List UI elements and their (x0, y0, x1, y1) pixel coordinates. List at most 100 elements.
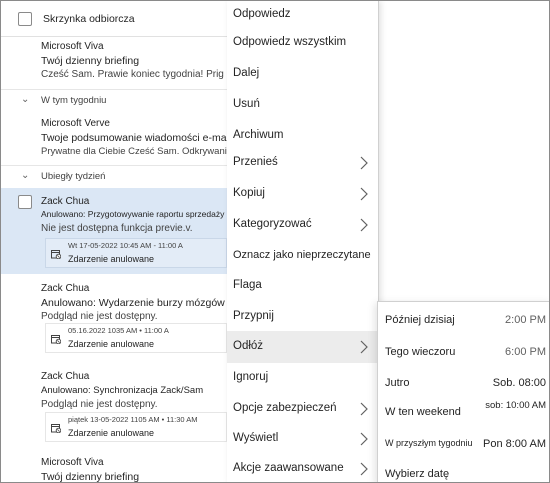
menu-item-label: Oznacz jako nieprzeczytane (233, 249, 371, 261)
list-header: Skrzynka odbiorcza (1, 1, 227, 37)
event-time: piątek 13-05-2022 1105 AM • 11:30 AM (68, 415, 198, 424)
snooze-option-label: Jutro (385, 377, 410, 389)
message-subject: Anulowano: Wydarzenie burzy mózgów Moral… (41, 297, 227, 309)
message-subject: Twój dzienny briefing (41, 55, 140, 67)
outlook-window: Skrzynka odbiorcza Microsoft Viva Twój d… (0, 0, 550, 483)
menu-item-snooze[interactable]: Odłóż (227, 331, 379, 363)
chevron-right-icon (360, 402, 368, 416)
list-item[interactable]: Microsoft Verve Twoje podsumowanie wiado… (1, 113, 227, 165)
chevron-right-icon (360, 187, 368, 201)
reading-pane (379, 1, 549, 301)
event-time: Wt 17-05-2022 10:45 AM - 11:00 A (68, 241, 183, 250)
menu-item-flag[interactable]: Flaga (227, 272, 379, 302)
snooze-choose-date[interactable]: Wybierz datę (378, 458, 549, 482)
chevron-right-icon (360, 156, 368, 170)
chevron-right-icon (360, 340, 368, 354)
menu-item-label: Kopiuj (233, 187, 265, 199)
message-sender: Zack Chua (41, 283, 90, 294)
snooze-later-today[interactable]: Później dzisiaj 2:00 PM (378, 304, 549, 334)
menu-item-label: Przenieś (233, 156, 278, 168)
chevron-right-icon (360, 218, 368, 232)
message-preview: Cześć Sam. Prawie koniec tygodnia! Prig (41, 69, 224, 80)
snooze-this-evening[interactable]: Tego wieczoru 6:00 PM (378, 336, 549, 366)
snooze-option-time: Sob. 08:00 (492, 377, 546, 389)
list-item[interactable]: Microsoft Viva Twój dzienny briefing (1, 453, 227, 483)
message-list: Skrzynka odbiorcza Microsoft Viva Twój d… (1, 1, 227, 483)
menu-item-label: Usuń (233, 98, 260, 110)
menu-item-move[interactable]: Przenieś (227, 149, 379, 179)
snooze-tomorrow[interactable]: Jutro Sob. 08:00 (378, 367, 549, 397)
menu-item-security-options[interactable]: Opcje zabezpieczeń (227, 395, 379, 425)
snooze-option-label: W ten weekend (385, 406, 461, 418)
menu-item-label: Kategoryzować (233, 218, 312, 230)
list-item[interactable]: Microsoft Viva Twój dzienny briefing Cze… (1, 38, 227, 88)
snooze-submenu: Później dzisiaj 2:00 PM Tego wieczoru 6:… (377, 301, 549, 482)
group-header-this-week[interactable]: ⌄ W tym tygodniu (1, 89, 227, 111)
menu-item-archive[interactable]: Archiwum (227, 122, 379, 152)
snooze-next-week[interactable]: W przyszłym tygodniu Pon 8:00 AM (378, 428, 549, 458)
menu-item-categorize[interactable]: Kategoryzować (227, 211, 379, 241)
menu-item-label: Odpowiedz (233, 8, 291, 20)
menu-item-reply[interactable]: Odpowiedz (227, 1, 379, 31)
message-preview: Podgląd nie jest dostępny. (41, 399, 158, 410)
snooze-option-time: sob: 10:00 AM (485, 400, 546, 411)
menu-item-label: Przypnij (233, 310, 274, 322)
menu-item-mark-unread[interactable]: Oznacz jako nieprzeczytane (227, 242, 379, 272)
message-sender: Microsoft Viva (41, 457, 104, 468)
event-time: 05.16.2022 1035 AM • 11:00 A (68, 326, 169, 335)
message-subject: Twoje podsumowanie wiadomości e-mail (41, 132, 227, 144)
context-menu: Odpowiedz Odpowiedz wszystkim Dalej Usuń… (227, 1, 379, 482)
snooze-option-time: 6:00 PM (505, 346, 546, 358)
menu-item-pin[interactable]: Przypnij (227, 303, 379, 333)
event-status: Zdarzenie anulowane (68, 339, 155, 349)
list-item[interactable]: Zack Chua Anulowano: Synchronizacja Zack… (1, 367, 227, 449)
message-sender: Zack Chua (41, 371, 90, 382)
menu-item-label: Opcje zabezpieczeń (233, 402, 337, 414)
snooze-option-label: Później dzisiaj (385, 314, 455, 326)
menu-item-label: Dalej (233, 67, 260, 79)
menu-item-label: Odpowiedz wszystkim (233, 36, 347, 48)
message-subject: Twój dzienny briefing (41, 471, 140, 483)
menu-item-view[interactable]: Wyświetl (227, 425, 379, 455)
menu-item-reply-all[interactable]: Odpowiedz wszystkim (227, 29, 379, 59)
calendar-cancel-icon (51, 424, 61, 433)
message-sender: Zack Chua (41, 196, 90, 207)
group-label: W tym tygodniu (41, 95, 107, 106)
calendar-cancel-icon (51, 335, 61, 344)
menu-item-advanced-actions[interactable]: Akcje zaawansowane (227, 455, 379, 482)
message-preview: Prywatne dla Ciebie Cześć Sam. Odkrywani… (41, 146, 227, 157)
message-checkbox[interactable] (18, 195, 32, 209)
group-header-last-week[interactable]: ⌄ Ubiegły tydzień (1, 165, 227, 187)
select-all-checkbox[interactable] (18, 12, 32, 26)
chevron-down-icon: ⌄ (21, 94, 30, 105)
event-card[interactable]: piątek 13-05-2022 1105 AM • 11:30 AM Zda… (45, 412, 227, 442)
message-subject: Anulowano: Synchronizacja Zack/Sam (41, 385, 204, 396)
snooze-option-label: W przyszłym tygodniu (385, 438, 473, 448)
menu-item-forward[interactable]: Dalej (227, 60, 379, 90)
menu-item-label: Ignoruj (233, 371, 269, 383)
event-card[interactable]: 05.16.2022 1035 AM • 11:00 A Zdarzenie a… (45, 323, 227, 353)
snooze-option-time: Pon 8:00 AM (483, 438, 546, 450)
chevron-down-icon: ⌄ (21, 170, 30, 181)
menu-item-label: Odłóż (233, 340, 264, 352)
menu-item-label: Flaga (233, 279, 262, 291)
chevron-right-icon (360, 432, 368, 446)
menu-item-ignore[interactable]: Ignoruj (227, 364, 379, 394)
snooze-option-label: Wybierz datę (385, 468, 450, 480)
snooze-this-weekend[interactable]: W ten weekend sob: 10:00 AM (378, 396, 549, 426)
message-preview: Nie jest dostępna funkcja previe.v. (41, 223, 193, 234)
menu-item-delete[interactable]: Usuń (227, 91, 379, 121)
message-preview: Podgląd nie jest dostępny. (41, 311, 158, 322)
menu-item-label: Wyświetl (233, 432, 279, 444)
menu-item-copy[interactable]: Kopiuj (227, 180, 379, 210)
message-sender: Microsoft Verve (41, 118, 110, 129)
group-label: Ubiegły tydzień (41, 171, 106, 182)
list-item[interactable]: Zack Chua Anulowano: Wydarzenie burzy mó… (1, 279, 227, 359)
calendar-cancel-icon (51, 250, 61, 259)
event-card[interactable]: Wt 17-05-2022 10:45 AM - 11:00 A Zdarzen… (45, 238, 227, 268)
menu-item-label: Archiwum (233, 129, 284, 141)
list-item-selected[interactable]: Zack Chua Anulowano: Przygotowywanie rap… (1, 188, 227, 274)
chevron-right-icon (360, 462, 368, 476)
snooze-option-time: 2:00 PM (505, 314, 546, 326)
message-sender: Microsoft Viva (41, 41, 104, 52)
